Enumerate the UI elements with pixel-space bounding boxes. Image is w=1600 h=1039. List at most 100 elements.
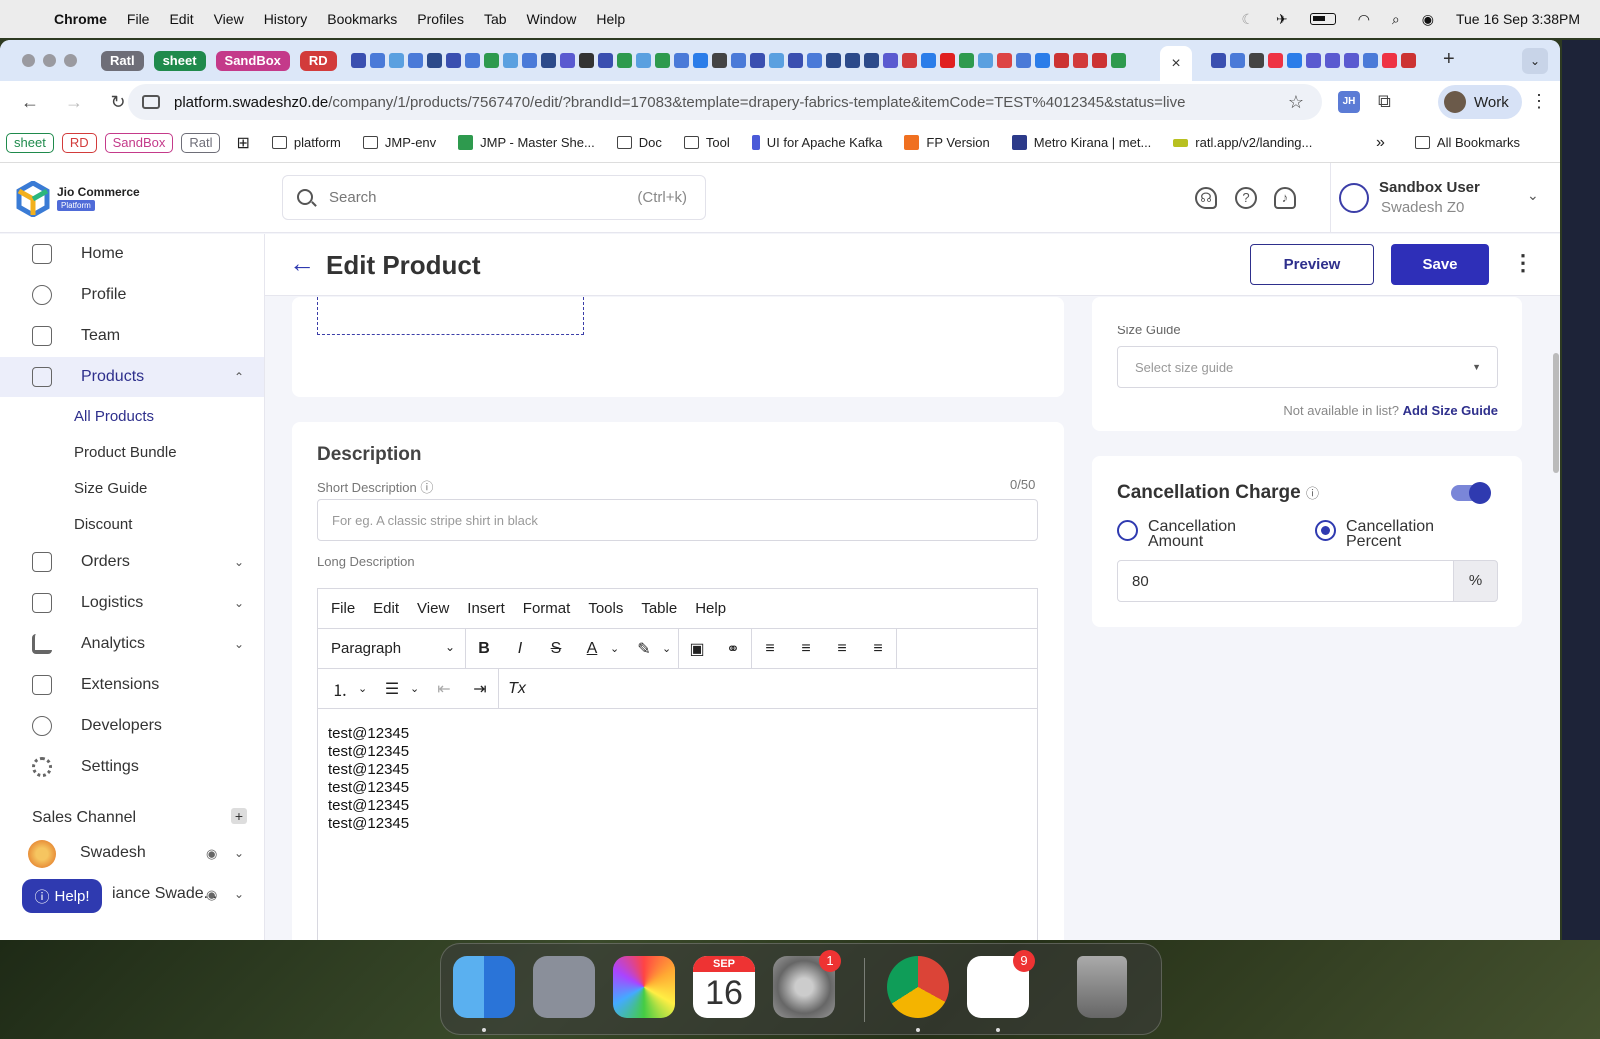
clear-formatting-icon[interactable]: Tx	[499, 680, 535, 698]
help-icon[interactable]: ?	[1235, 187, 1257, 209]
sidebar-sub-all-products[interactable]: All Products	[74, 408, 154, 425]
tab-favicon[interactable]	[1344, 53, 1359, 68]
tab-group-sandbox[interactable]: SandBox	[215, 50, 290, 71]
block-format-select[interactable]: Paragraph ⌄	[318, 640, 465, 657]
short-description-input[interactable]: For eg. A classic stripe shirt in black	[317, 499, 1038, 541]
sidebar-sub-size-guide[interactable]: Size Guide	[74, 480, 147, 497]
tab-favicon[interactable]	[1401, 53, 1416, 68]
tab-favicon[interactable]	[863, 53, 879, 68]
preview-button[interactable]: Preview	[1250, 244, 1374, 285]
minimize-window-icon[interactable]	[43, 54, 56, 67]
bookmark-metro-kirana[interactable]: Metro Kirana | met...	[1011, 135, 1151, 150]
sales-channel-item[interactable]: Swadesh ◉ ⌄	[0, 834, 264, 874]
menu-history[interactable]: History	[264, 11, 308, 27]
tab-favicon[interactable]	[1211, 53, 1226, 68]
menu-edit[interactable]: Edit	[169, 11, 193, 27]
align-right-icon[interactable]: ≡	[824, 640, 860, 658]
menu-file[interactable]: File	[127, 11, 150, 27]
tab-favicon[interactable]	[882, 53, 898, 68]
editor-menu-insert[interactable]: Insert	[467, 600, 505, 617]
new-tab-button[interactable]: +	[1443, 48, 1455, 71]
tab-favicon[interactable]	[1072, 53, 1088, 68]
page-scrollbar[interactable]	[1553, 353, 1559, 473]
tab-favicon[interactable]	[483, 53, 499, 68]
sidebar-item-orders[interactable]: Orders ⌄	[0, 542, 264, 582]
tab-favicon[interactable]	[692, 53, 708, 68]
apps-grid-icon[interactable]: ⊞	[236, 133, 249, 153]
apple-icon[interactable]	[22, 11, 38, 27]
editor-menu-table[interactable]: Table	[641, 600, 677, 617]
back-arrow-icon[interactable]: ←	[289, 248, 315, 279]
active-tab[interactable]: ×	[1160, 46, 1192, 81]
chevron-down-icon[interactable]: ⌄	[358, 682, 374, 695]
sidebar-item-developers[interactable]: Developers	[0, 706, 264, 746]
tab-favicon[interactable]	[426, 53, 442, 68]
sidebar-item-profile[interactable]: Profile	[0, 275, 264, 315]
tab-favicon[interactable]	[901, 53, 917, 68]
wifi-icon[interactable]: ◠	[1358, 11, 1370, 28]
tab-favicon[interactable]	[920, 53, 936, 68]
tab-favicon[interactable]	[749, 53, 765, 68]
tab-favicon[interactable]	[445, 53, 461, 68]
cancellation-amount-label[interactable]: Cancellation Amount	[1148, 519, 1268, 550]
highlight-icon[interactable]: ✎	[626, 639, 662, 659]
jio-commerce-logo-icon[interactable]	[16, 181, 50, 217]
airplane-icon[interactable]: ✈	[1276, 11, 1288, 28]
bookmark-platform[interactable]: platform	[271, 135, 341, 150]
photos-icon[interactable]	[613, 956, 675, 1018]
numbered-list-icon[interactable]: ⒈	[322, 677, 358, 701]
bookmark-group-sandbox[interactable]: SandBox	[104, 132, 174, 153]
editor-content[interactable]: test@12345 test@12345 test@12345 test@12…	[318, 709, 1037, 849]
moon-icon[interactable]: ☾	[1241, 11, 1254, 28]
bookmark-jmp-master[interactable]: JMP - Master She...	[458, 135, 595, 150]
user-menu[interactable]: Sandbox User Swadesh Z0 ⌄	[1330, 163, 1560, 233]
menu-profiles[interactable]: Profiles	[417, 11, 464, 27]
cancellation-value-input[interactable]: 80	[1117, 560, 1454, 602]
tab-favicon[interactable]	[844, 53, 860, 68]
menu-clock[interactable]: Tue 16 Sep 3:38PM	[1456, 11, 1580, 27]
align-justify-icon[interactable]: ≡	[860, 640, 896, 658]
tab-favicon[interactable]	[597, 53, 613, 68]
outdent-icon[interactable]: ⇤	[426, 679, 462, 699]
menu-tab[interactable]: Tab	[484, 11, 507, 27]
chevron-down-icon[interactable]: ⌄	[234, 596, 244, 610]
editor-menu-format[interactable]: Format	[523, 600, 571, 617]
bookmark-jmp-env[interactable]: JMP-env	[362, 135, 436, 150]
cancellation-percent-radio[interactable]	[1315, 520, 1336, 541]
bookmark-doc[interactable]: Doc	[616, 135, 662, 150]
chevron-down-icon[interactable]: ⌄	[234, 555, 244, 569]
menu-view[interactable]: View	[214, 11, 244, 27]
trash-icon[interactable]	[1077, 956, 1127, 1018]
tab-favicon[interactable]	[1325, 53, 1340, 68]
indent-icon[interactable]: ⇥	[462, 679, 498, 699]
text-color-icon[interactable]: A	[574, 640, 610, 658]
editor-menu-edit[interactable]: Edit	[373, 600, 399, 617]
cancellation-toggle[interactable]	[1451, 482, 1491, 504]
close-tab-icon[interactable]: ×	[1171, 55, 1180, 72]
save-button[interactable]: Save	[1391, 244, 1489, 285]
tab-favicon[interactable]	[1110, 53, 1126, 68]
launchpad-icon[interactable]	[533, 956, 595, 1018]
add-size-guide-link[interactable]: Add Size Guide	[1403, 403, 1498, 418]
bookmark-star-icon[interactable]: ☆	[1288, 92, 1304, 113]
tab-favicon[interactable]	[673, 53, 689, 68]
close-window-icon[interactable]	[22, 54, 35, 67]
tab-search-button[interactable]: ⌄	[1522, 48, 1548, 74]
cancellation-percent-label[interactable]: Cancellation Percent	[1346, 519, 1466, 550]
calendar-icon[interactable]: SEP 16	[693, 956, 755, 1018]
editor-menu-tools[interactable]: Tools	[588, 600, 623, 617]
tab-group-rd[interactable]: RD	[299, 50, 337, 71]
eye-icon[interactable]: ◉	[206, 846, 217, 862]
chevron-down-icon[interactable]: ⌄	[610, 642, 626, 655]
chevron-down-icon[interactable]: ⌄	[410, 682, 426, 695]
tab-favicon[interactable]	[464, 53, 480, 68]
tab-favicon[interactable]	[1053, 53, 1069, 68]
tab-favicon[interactable]	[768, 53, 784, 68]
tab-favicon[interactable]	[958, 53, 974, 68]
image-icon[interactable]: ▣	[679, 639, 715, 659]
tab-favicon[interactable]	[1249, 53, 1264, 68]
align-left-icon[interactable]: ≡	[752, 640, 788, 658]
tab-favicon[interactable]	[578, 53, 594, 68]
cancellation-amount-radio[interactable]	[1117, 520, 1138, 541]
bookmark-group-rd[interactable]: RD	[61, 132, 97, 153]
